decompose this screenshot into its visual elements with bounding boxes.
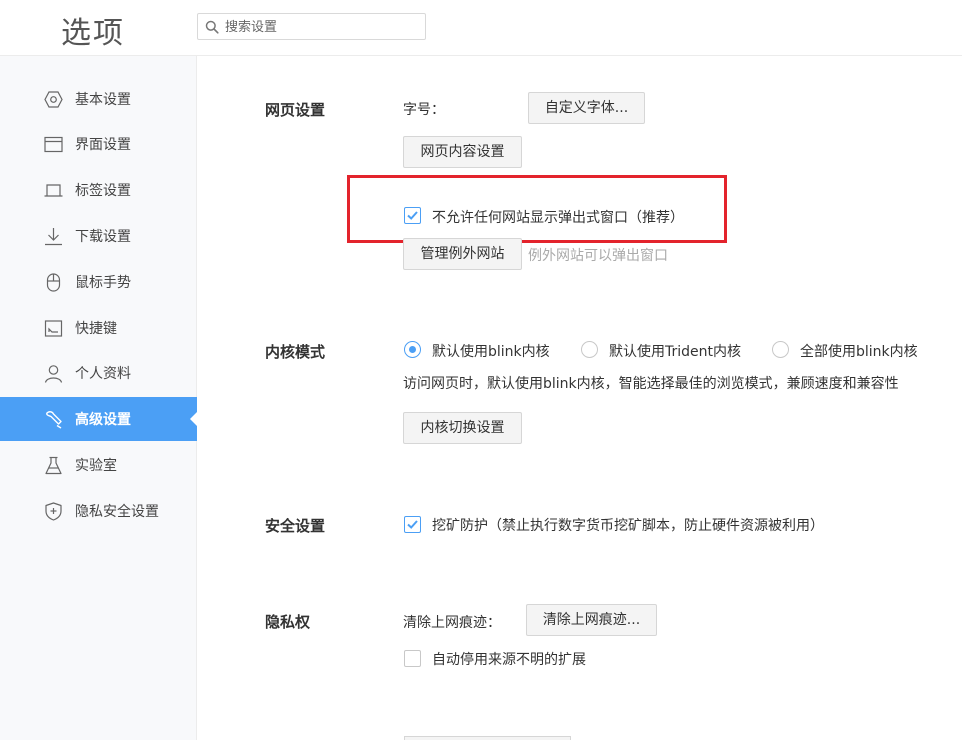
download-icon (45, 228, 62, 246)
radio-trident-default[interactable] (581, 341, 598, 358)
manage-exceptions-button[interactable]: 管理例外网站 (403, 238, 522, 270)
radio-blink-default-label: 默认使用blink内核 (432, 344, 550, 360)
mining-protection-label: 挖矿防护（禁止执行数字货币挖矿脚本，防止硬件资源被利用） (432, 518, 824, 534)
header: 选项 (0, 0, 962, 56)
font-size-label: 字号： (403, 102, 445, 118)
sidebar-item-shortcuts[interactable]: 快捷键 (0, 306, 197, 350)
page-title: 选项 (61, 16, 125, 51)
sidebar-item-label: 个人资料 (75, 366, 131, 382)
radio-trident-default-label: 默认使用Trident内核 (609, 344, 742, 360)
mining-protection-checkbox[interactable] (404, 516, 421, 533)
search-box[interactable] (197, 13, 426, 40)
sidebar-item-label: 隐私安全设置 (75, 504, 159, 520)
shortcut-icon (44, 320, 63, 337)
flask-icon (45, 456, 62, 475)
auto-disable-extensions-label: 自动停用来源不明的扩展 (432, 652, 586, 668)
shield-icon (45, 502, 62, 521)
window-icon (44, 136, 63, 153)
kernel-mode-title: 内核模式 (265, 343, 326, 361)
user-icon (44, 365, 63, 383)
sidebar-item-label: 高级设置 (75, 412, 131, 428)
privacy-title: 隐私权 (265, 613, 311, 631)
radio-blink-all-label: 全部使用blink内核 (800, 344, 918, 360)
block-popups-label: 不允许任何网站显示弹出式窗口（推荐） (432, 210, 684, 226)
web-content-settings-button[interactable]: 网页内容设置 (403, 136, 522, 168)
exceptions-hint: 例外网站可以弹出窗口 (528, 248, 668, 264)
radio-blink-default[interactable] (404, 341, 421, 358)
mouse-icon (46, 273, 61, 292)
partial-button[interactable] (404, 736, 571, 740)
sidebar-item-label: 基本设置 (75, 92, 131, 108)
radio-blink-all[interactable] (772, 341, 789, 358)
sidebar-item-label: 快捷键 (75, 321, 117, 337)
kernel-switch-button[interactable]: 内核切换设置 (403, 412, 522, 444)
sidebar-item-tab-settings[interactable]: 标签设置 (0, 168, 197, 212)
sidebar-item-download-settings[interactable]: 下载设置 (0, 214, 197, 258)
sidebar-item-basic-settings[interactable]: 基本设置 (0, 77, 197, 121)
search-input[interactable] (225, 17, 420, 37)
sidebar-item-label: 界面设置 (75, 137, 131, 153)
auto-disable-extensions-checkbox[interactable] (404, 650, 421, 667)
sidebar-item-advanced-settings[interactable]: 高级设置 (0, 397, 198, 441)
security-settings-title: 安全设置 (265, 517, 326, 535)
sidebar-item-ui-settings[interactable]: 界面设置 (0, 122, 197, 166)
sidebar-item-label: 标签设置 (75, 183, 131, 199)
sidebar-item-label: 实验室 (75, 458, 117, 474)
sidebar-item-label: 鼠标手势 (75, 275, 131, 291)
hexagon-icon (44, 91, 63, 108)
checkmark-icon (407, 211, 418, 220)
sidebar-item-label: 下载设置 (75, 229, 131, 245)
wrench-icon (46, 411, 62, 429)
clear-traces-label: 清除上网痕迹： (403, 615, 501, 631)
custom-font-button[interactable]: 自定义字体... (528, 92, 645, 124)
sidebar-item-mouse-gestures[interactable]: 鼠标手势 (0, 260, 197, 304)
checkmark-icon (407, 520, 418, 529)
sidebar: 基本设置 界面设置 标签设置 下载设置 鼠标手势 快捷键 个人资料 高级设置 实… (0, 56, 198, 740)
sidebar-item-profile[interactable]: 个人资料 (0, 351, 197, 395)
kernel-description: 访问网页时，默认使用blink内核，智能选择最佳的浏览模式，兼顾速度和兼容性 (403, 376, 899, 392)
sidebar-item-privacy-security[interactable]: 隐私安全设置 (0, 489, 197, 533)
tab-icon (44, 184, 63, 197)
clear-traces-button[interactable]: 清除上网痕迹... (526, 604, 657, 636)
sidebar-item-lab[interactable]: 实验室 (0, 443, 197, 487)
block-popups-checkbox[interactable] (404, 207, 421, 224)
web-settings-title: 网页设置 (265, 101, 326, 119)
search-icon (205, 20, 219, 34)
